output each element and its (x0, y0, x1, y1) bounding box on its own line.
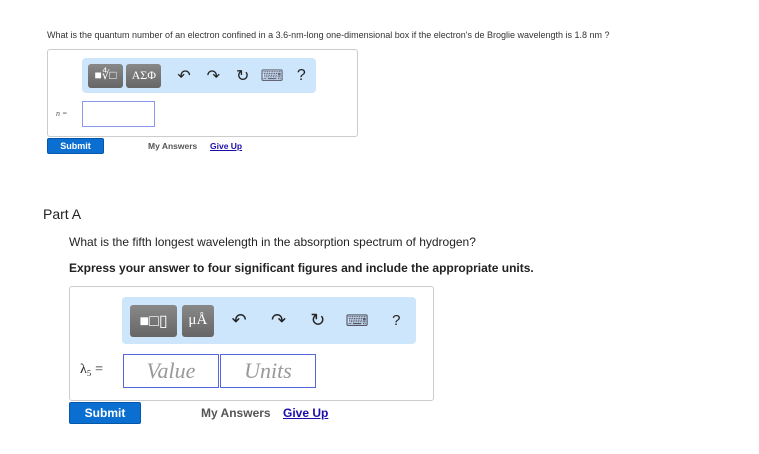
keyboard-icon[interactable]: ⌨ (257, 66, 286, 86)
help-icon[interactable]: ? (287, 67, 316, 85)
part-a-question: What is the fifth longest wavelength in … (69, 235, 476, 249)
part-a-title: Part A (43, 206, 82, 222)
give-up-link-a[interactable]: Give Up (283, 406, 328, 420)
help-icon[interactable]: ? (377, 312, 416, 329)
math-toolbar-a: ■□▯ μÅ ↶ ↷ ↻ ⌨ ? (122, 297, 416, 344)
units-input[interactable]: Units (220, 354, 316, 388)
my-answers-link-a[interactable]: My Answers (201, 406, 271, 420)
math-toolbar-1: ■∜□ ΑΣΦ ↶ ↷ ↻ ⌨ ? (82, 58, 316, 93)
my-answers-link-1[interactable]: My Answers (148, 141, 197, 151)
redo-icon[interactable]: ↷ (199, 66, 228, 86)
n-input[interactable] (82, 101, 155, 127)
greek-symbols-button[interactable]: ΑΣΦ (126, 63, 162, 88)
units-button[interactable]: μÅ (182, 304, 214, 337)
value-input[interactable]: Value (123, 354, 219, 388)
undo-icon[interactable]: ↶ (169, 66, 198, 86)
keyboard-icon[interactable]: ⌨ (337, 311, 376, 331)
reset-icon[interactable]: ↻ (298, 310, 337, 331)
redo-icon[interactable]: ↷ (259, 310, 298, 331)
give-up-link-1[interactable]: Give Up (210, 141, 242, 151)
submit-button-1[interactable]: Submit (47, 138, 104, 154)
n-label: n = (56, 109, 68, 118)
part-a-instruction: Express your answer to four significant … (69, 261, 534, 275)
template-button[interactable]: ■∜□ (88, 63, 124, 88)
lambda-label: λ₅ = (80, 362, 104, 377)
question-1-text: What is the quantum number of an electro… (47, 30, 610, 40)
reset-icon[interactable]: ↻ (228, 66, 257, 86)
submit-button-a[interactable]: Submit (69, 402, 141, 424)
undo-icon[interactable]: ↶ (220, 310, 259, 331)
template-button[interactable]: ■□▯ (130, 304, 178, 337)
